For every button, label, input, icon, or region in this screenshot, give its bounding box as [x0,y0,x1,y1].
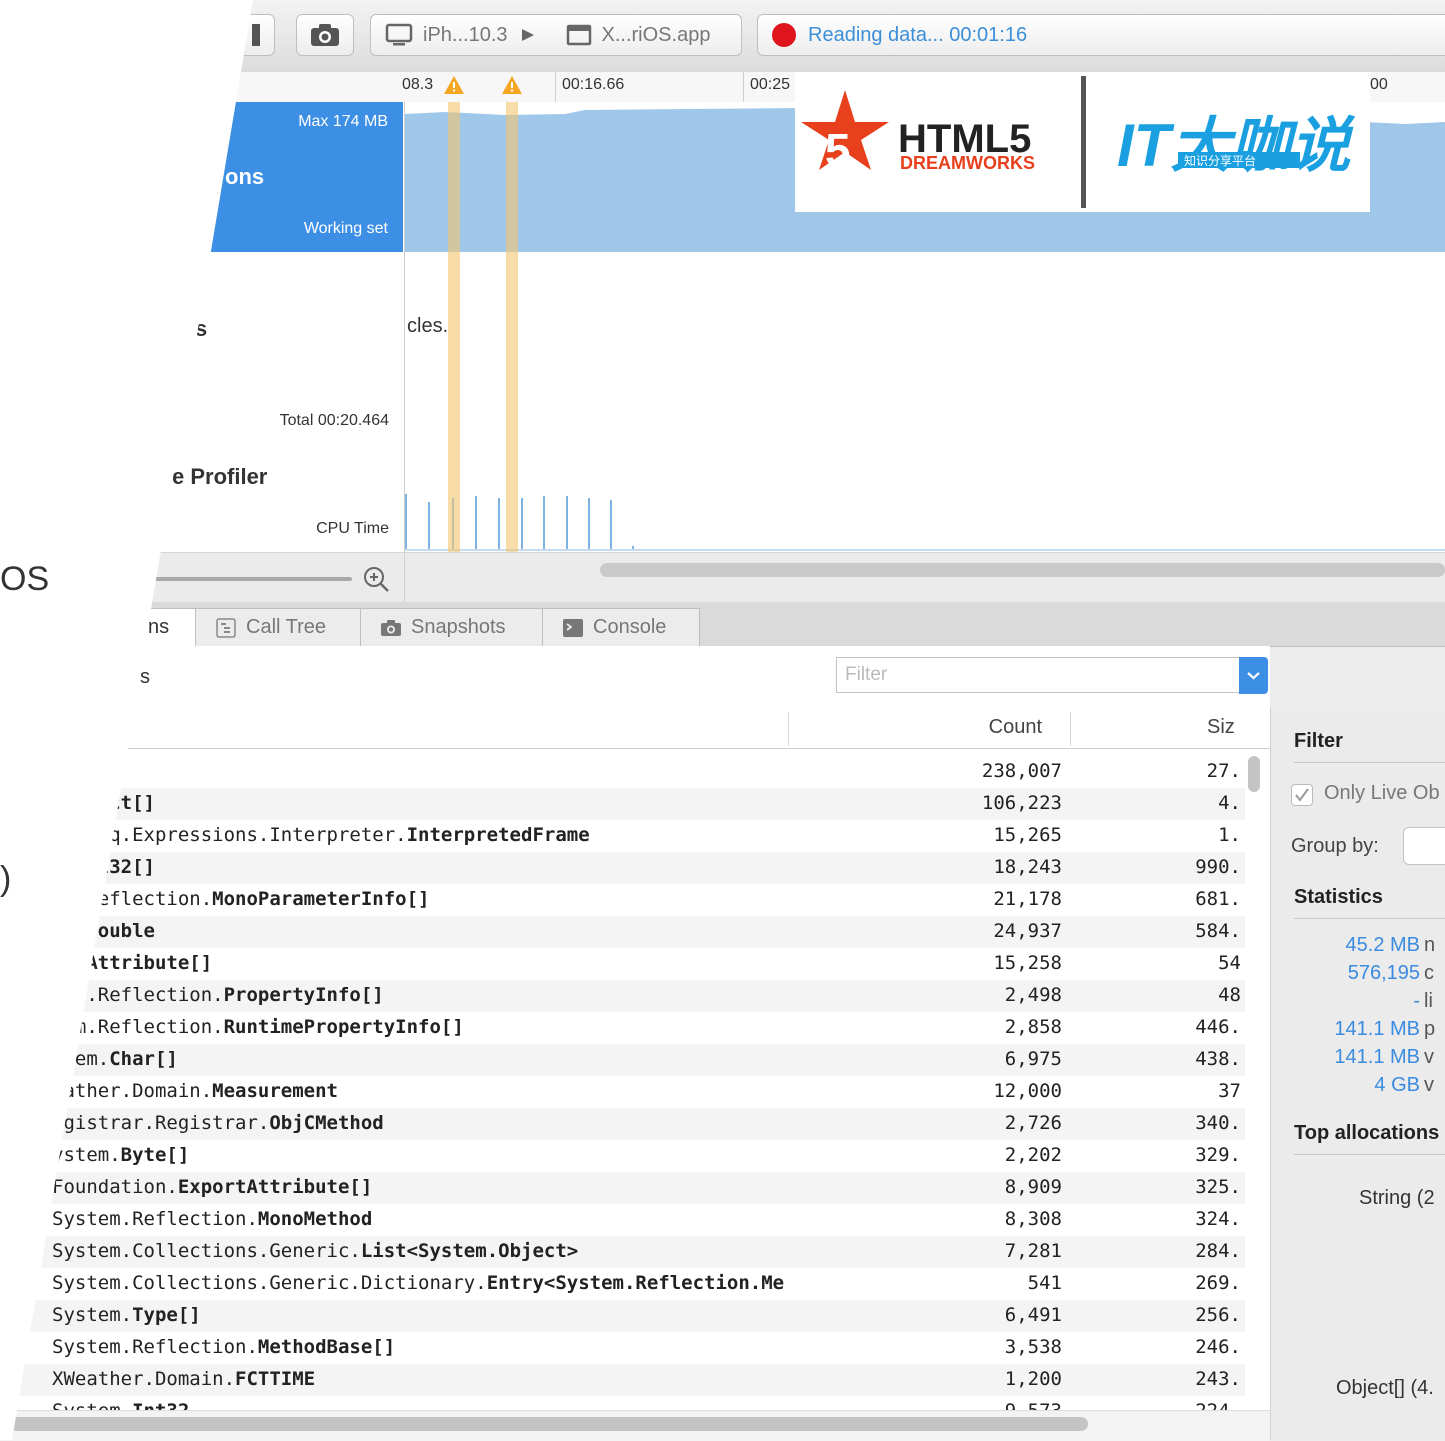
slide-overlay [0,0,253,1440]
overlay-text-paren: ) [0,860,12,898]
overlay-text-os: OS [0,560,50,598]
